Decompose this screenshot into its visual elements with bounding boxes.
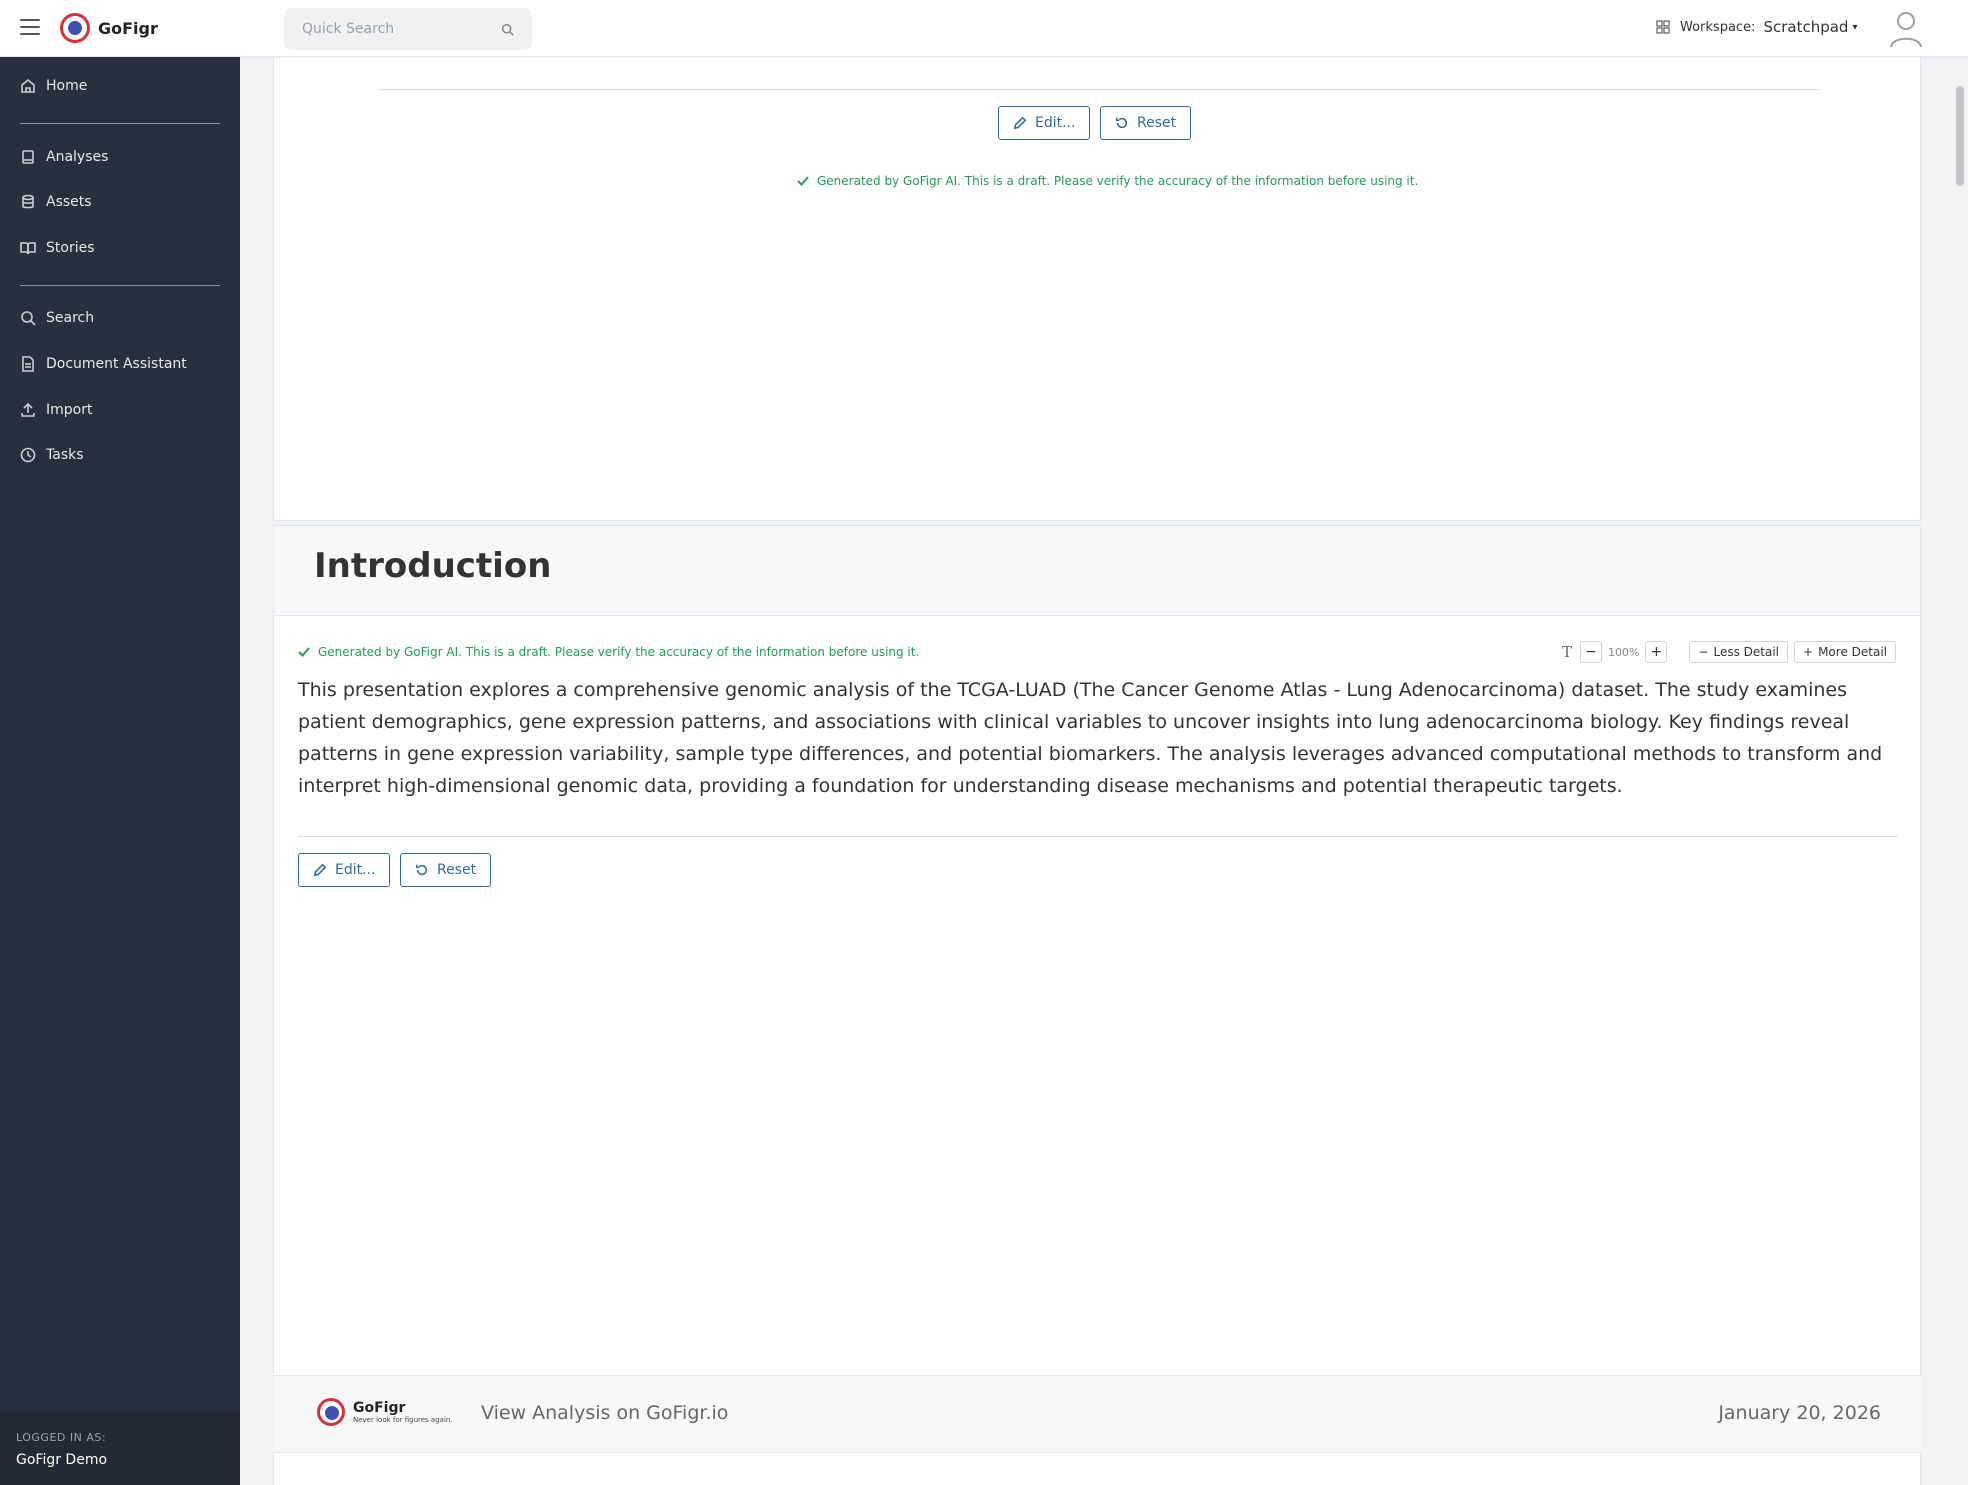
caret-down-icon: ▾ [1852,21,1858,33]
document-icon [22,356,34,372]
sidebar-item-label: Stories [46,240,95,256]
search-icon [501,23,514,36]
logged-in-user: GoFigr Demo [16,1452,108,1468]
sidebar-item-label: Import [46,402,93,418]
edit-button-label: Edit... [1035,115,1076,131]
ai-draft-text: Generated by GoFigr AI. This is a draft.… [817,174,1419,188]
text-size-icon: T [1561,643,1572,661]
sidebar-item-import[interactable]: Import [20,402,92,418]
sidebar-item-label: Home [46,78,88,94]
search-placeholder: Quick Search [302,21,395,37]
section-header: Introduction [274,526,1920,616]
workspace-selector[interactable]: Workspace: Scratchpad ▾ [1656,18,1857,36]
sidebar-item-document-assistant[interactable]: Document Assistant [20,356,187,372]
home-icon [21,78,35,93]
sidebar-item-label: Tasks [46,447,84,463]
zoom-in-button[interactable]: + [1645,641,1668,663]
reset-icon [1115,117,1128,129]
grid-icon [1656,20,1670,34]
sidebar-item-assets[interactable]: Assets [20,194,92,210]
footer-logo: GoFigr Never look for figures again. [317,1398,453,1426]
logged-in-panel: LOGGED IN AS: GoFigr Demo [0,1411,240,1485]
view-analysis-link[interactable]: View Analysis on GoFigr.io [481,1402,728,1424]
section-body-text: This presentation explores a comprehensi… [298,679,1883,797]
more-detail-label: More Detail [1818,645,1887,659]
sidebar-item-label: Document Assistant [46,356,187,372]
sidebar-item-label: Assets [46,194,92,210]
menu-icon[interactable] [20,19,40,37]
database-icon [22,194,34,209]
pencil-icon [1013,116,1027,130]
reset-icon [415,864,428,876]
divider [298,836,1898,837]
reset-button[interactable]: Reset [400,853,492,887]
scrollbar-thumb[interactable] [1956,86,1964,186]
introduction-section-card: Introduction Generated by GoFigr AI. Thi… [273,525,1921,1450]
app-name: GoFigr [98,18,158,38]
edit-button[interactable]: Edit... [298,853,391,887]
quick-search-input[interactable]: Quick Search [284,8,532,50]
top-bar: GoFigr Quick Search Workspace: Scratchpa… [0,0,1968,57]
sidebar-divider [20,285,220,286]
sidebar-item-label: Analyses [46,149,109,165]
sidebar-item-tasks[interactable]: Tasks [20,447,84,463]
edit-button-label: Edit... [335,862,376,878]
less-detail-label: Less Detail [1713,645,1780,659]
sidebar-item-label: Search [46,310,95,326]
section-title: Introduction [314,546,552,586]
logged-in-label: LOGGED IN AS: [16,1431,107,1444]
previous-section-card: Edit... Reset Generated by GoFigr AI. Th… [273,57,1921,521]
sidebar-item-analyses[interactable]: Analyses [20,149,108,165]
less-detail-button[interactable]: − Less Detail [1689,641,1789,663]
edit-button[interactable]: Edit... [998,106,1091,140]
text-tools: T − 100% + − Less Detail + More Detail [1562,641,1896,663]
slide-footer: GoFigr Never look for figures again. Vie… [273,1375,1921,1451]
more-detail-button[interactable]: + More Detail [1794,641,1896,663]
sidebar-divider [20,123,220,124]
divider [379,89,1819,90]
zoom-level: 100% [1607,645,1640,659]
check-icon [797,176,809,186]
reset-button[interactable]: Reset [1100,106,1192,140]
notebook-icon [22,150,34,164]
gofigr-logo-icon [60,13,90,43]
next-section-card [273,1452,1921,1485]
workspace-value: Scratchpad [1763,18,1849,36]
gofigr-logo-icon [317,1398,345,1426]
clock-icon [20,447,36,463]
footer-date: January 20, 2026 [1718,1402,1881,1424]
minus-icon: − [1698,645,1709,659]
pencil-icon [313,863,327,877]
sidebar-item-home[interactable]: Home [20,78,87,94]
check-icon [298,647,310,657]
sidebar: Home Analyses Assets Stories Search Docu… [0,57,240,1485]
footer-tagline: Never look for figures again. [353,1416,453,1424]
upload-icon [21,402,35,417]
sidebar-item-stories[interactable]: Stories [20,240,95,256]
reset-button-label: Reset [1137,115,1177,131]
plus-icon: + [1803,645,1814,659]
ai-draft-text: Generated by GoFigr AI. This is a draft.… [318,645,920,659]
ai-draft-notice: Generated by GoFigr AI. This is a draft.… [298,645,919,659]
workspace-label: Workspace: [1680,19,1756,35]
zoom-out-button[interactable]: − [1579,641,1602,663]
search-icon [21,311,36,326]
footer-brand: GoFigr [353,1400,406,1416]
app-logo[interactable]: GoFigr [60,13,158,43]
book-open-icon [20,242,36,255]
ai-draft-notice: Generated by GoFigr AI. This is a draft.… [797,174,1418,188]
user-avatar-icon[interactable] [1888,10,1924,48]
reset-button-label: Reset [437,862,477,878]
sidebar-item-search[interactable]: Search [20,310,94,326]
